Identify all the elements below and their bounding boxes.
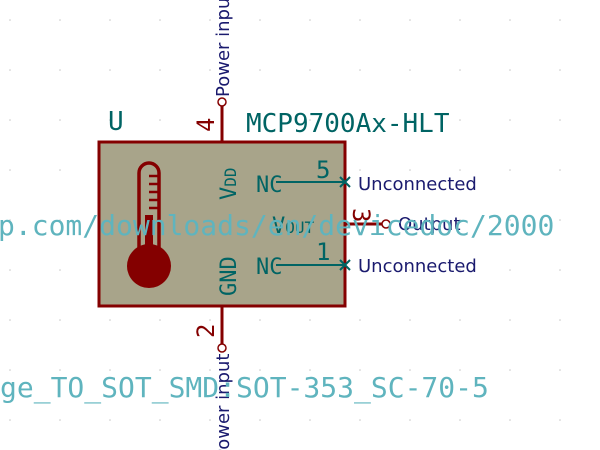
- grid-dot: [9, 69, 11, 71]
- grid-dot: [509, 369, 511, 371]
- grid-dot: [559, 69, 561, 71]
- datasheet-field[interactable]: p.com/downloads/en/devicedoc/2000: [0, 209, 554, 242]
- grid-dot: [59, 69, 61, 71]
- grid-dot: [159, 319, 161, 321]
- pin-number-1: 1: [316, 238, 330, 266]
- grid-dot: [159, 69, 161, 71]
- grid-dot: [209, 319, 211, 321]
- grid-dot: [559, 269, 561, 271]
- pin-name-nc-top: NC: [256, 173, 283, 198]
- grid-dot: [209, 19, 211, 21]
- grid-dot: [9, 19, 11, 21]
- net-label-vdd[interactable]: Power input: [213, 0, 234, 97]
- grid-dot: [359, 419, 361, 421]
- grid-dot: [459, 69, 461, 71]
- grid-dot: [359, 69, 361, 71]
- grid-dot: [459, 169, 461, 171]
- grid-dot: [359, 19, 361, 21]
- grid-dot: [409, 319, 411, 321]
- footprint-field[interactable]: ge_TO_SOT_SMD:SOT-353_SC-70-5: [0, 371, 489, 405]
- grid-dot: [109, 19, 111, 21]
- net-label-nc-top[interactable]: Unconnected: [358, 174, 477, 195]
- grid-dot: [409, 19, 411, 21]
- pin-4-endpoint[interactable]: [217, 97, 227, 107]
- grid-dot: [59, 19, 61, 21]
- grid-dot: [509, 269, 511, 271]
- grid-dot: [59, 119, 61, 121]
- grid-dot: [459, 119, 461, 121]
- schematic-canvas: U MCP9700Ax-HLT 4 2 5 1 3 VDD GND NC NC …: [0, 0, 561, 450]
- grid-dot: [359, 169, 361, 171]
- grid-dot: [59, 319, 61, 321]
- grid-dot: [159, 419, 161, 421]
- grid-dot: [509, 69, 511, 71]
- grid-dot: [9, 269, 11, 271]
- grid-dot: [509, 319, 511, 321]
- grid-dot: [309, 419, 311, 421]
- reference-designator[interactable]: U: [108, 107, 124, 137]
- grid-dot: [9, 119, 11, 121]
- grid-dot: [59, 419, 61, 421]
- grid-dot: [309, 19, 311, 21]
- grid-dot: [409, 69, 411, 71]
- grid-dot: [459, 19, 461, 21]
- grid-dot: [509, 119, 511, 121]
- component-value[interactable]: MCP9700Ax-HLT: [246, 109, 450, 139]
- grid-dot: [59, 169, 61, 171]
- grid-dot: [109, 419, 111, 421]
- grid-dot: [559, 369, 561, 371]
- grid-dot: [59, 269, 61, 271]
- grid-dot: [159, 19, 161, 21]
- grid-dot: [509, 419, 511, 421]
- grid-dot: [559, 19, 561, 21]
- grid-dot: [509, 19, 511, 21]
- grid-dot: [359, 319, 361, 321]
- grid-dot: [259, 319, 261, 321]
- grid-dot: [559, 419, 561, 421]
- pin-name-gnd: GND: [217, 256, 242, 296]
- grid-dot: [509, 169, 511, 171]
- grid-dot: [109, 69, 111, 71]
- grid-dot: [559, 119, 561, 121]
- grid-dot: [259, 69, 261, 71]
- grid-dot: [559, 219, 561, 221]
- grid-dot: [9, 169, 11, 171]
- grid-dot: [9, 419, 11, 421]
- grid-dot: [559, 169, 561, 171]
- grid-dot: [209, 419, 211, 421]
- grid-dot: [159, 119, 161, 121]
- pin-number-5: 5: [316, 156, 330, 184]
- pin-name-vdd: VDD: [217, 167, 242, 200]
- pin-name-nc-bottom: NC: [256, 255, 283, 280]
- grid-dot: [409, 419, 411, 421]
- net-label-nc-bottom[interactable]: Unconnected: [358, 256, 477, 277]
- grid-dot: [459, 419, 461, 421]
- grid-dot: [9, 319, 11, 321]
- grid-dot: [309, 69, 311, 71]
- grid-dot: [309, 319, 311, 321]
- pin-2-endpoint[interactable]: [217, 343, 227, 353]
- grid-dot: [259, 19, 261, 21]
- grid-dot: [209, 69, 211, 71]
- pin-number-2: 2: [192, 324, 220, 338]
- grid-dot: [409, 169, 411, 171]
- pin-number-4: 4: [192, 118, 220, 132]
- grid-dot: [559, 319, 561, 321]
- grid-dot: [259, 419, 261, 421]
- grid-dot: [459, 319, 461, 321]
- grid-dot: [109, 319, 111, 321]
